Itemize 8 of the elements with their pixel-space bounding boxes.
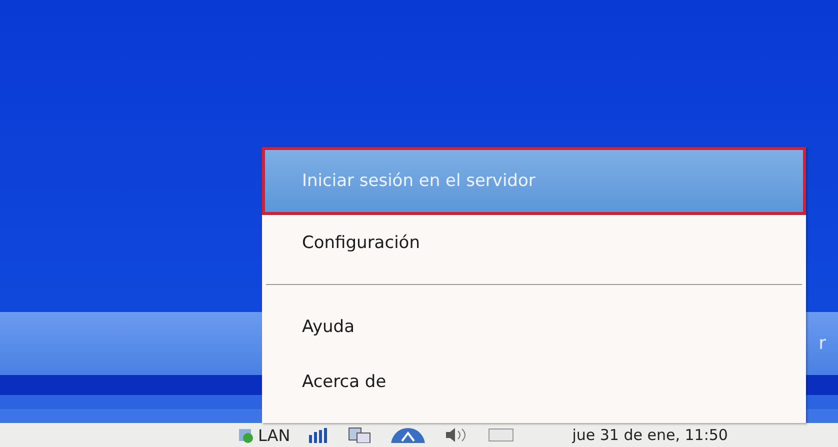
tray-label: LAN — [258, 426, 290, 444]
clock[interactable]: jue 31 de ene, 11:50 — [572, 426, 728, 444]
windows-icon[interactable] — [348, 427, 372, 443]
menu-item[interactable]: Configuración — [262, 215, 806, 270]
menu-item[interactable]: Ayuda — [262, 299, 806, 354]
menu-item[interactable]: Acerca de — [262, 354, 806, 409]
network-icon[interactable] — [238, 427, 254, 443]
panel-text: r — [818, 333, 826, 354]
